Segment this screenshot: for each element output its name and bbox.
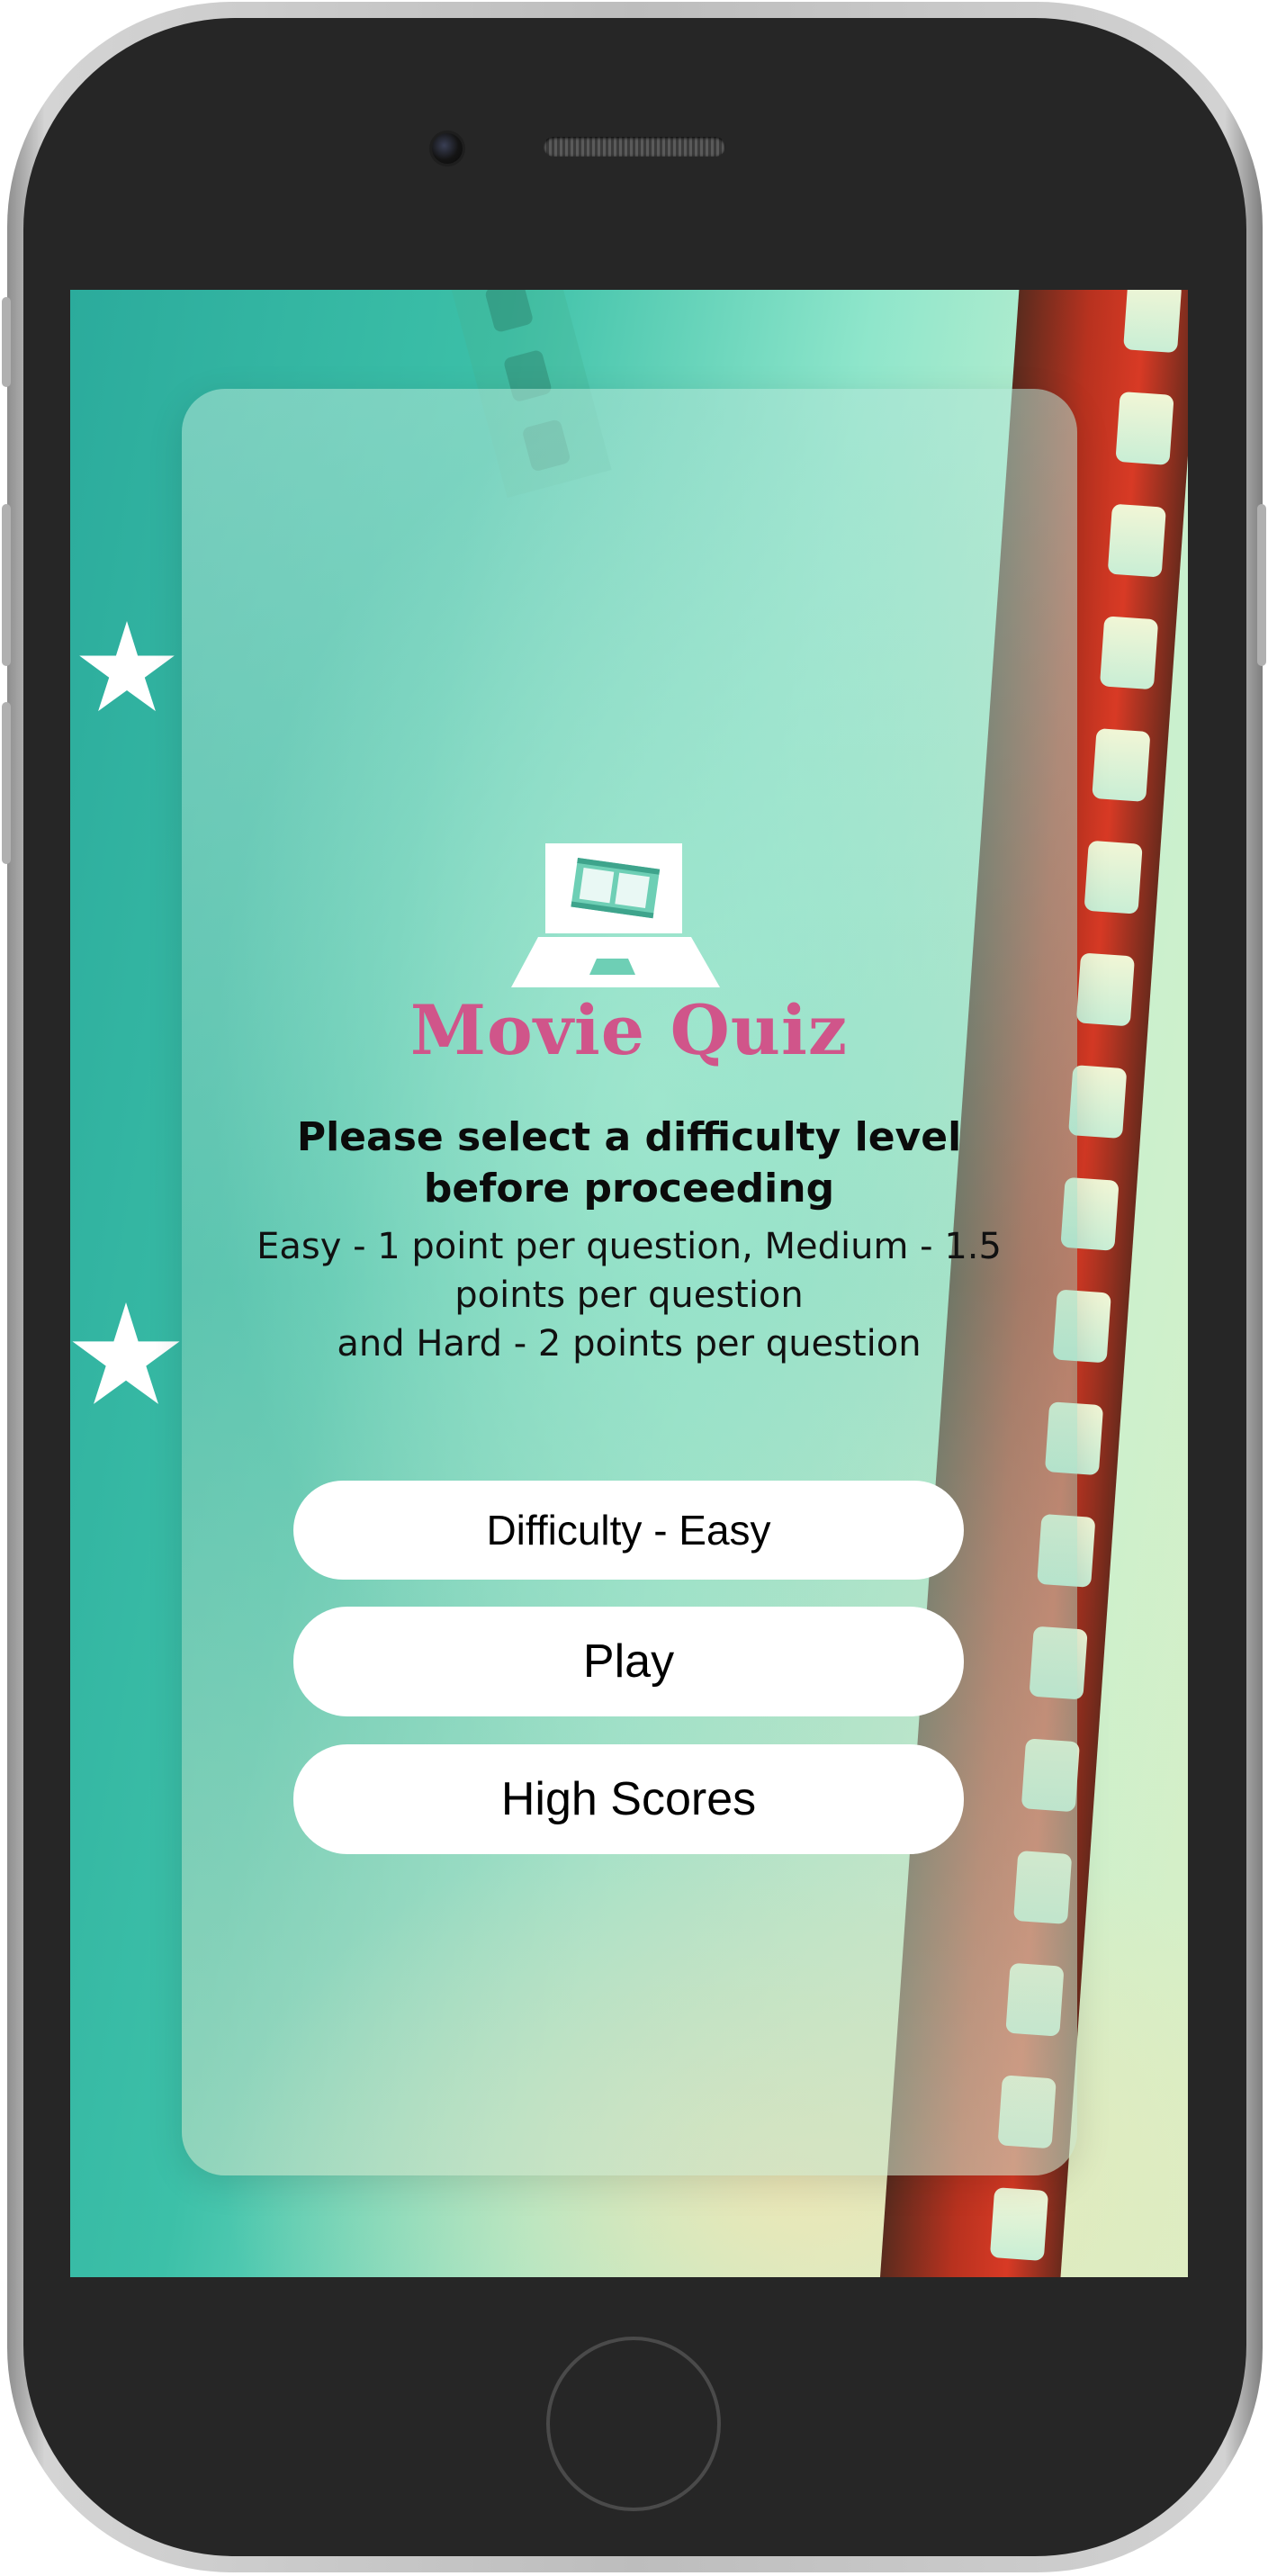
difficulty-prompt-heading: Please select a difficulty level before … bbox=[70, 1112, 1188, 1214]
points-description-line-1: Easy - 1 point per question, Medium - 1.… bbox=[256, 1226, 1002, 1267]
side-button-silent bbox=[2, 297, 11, 387]
star-icon bbox=[79, 621, 175, 712]
difficulty-button[interactable]: Difficulty - Easy bbox=[293, 1481, 964, 1580]
play-button-label: Play bbox=[582, 1635, 675, 1688]
side-button-volume-down bbox=[2, 702, 11, 864]
difficulty-button-label: Difficulty - Easy bbox=[486, 1507, 771, 1554]
high-scores-button-label: High Scores bbox=[500, 1773, 757, 1825]
app-title: Movie Quiz bbox=[409, 990, 849, 1070]
front-camera-icon bbox=[432, 133, 463, 164]
earpiece-speaker bbox=[544, 137, 725, 157]
side-button-power bbox=[1257, 504, 1266, 666]
high-scores-button[interactable]: High Scores bbox=[293, 1744, 964, 1854]
side-button-volume-up bbox=[2, 504, 11, 666]
app-screen: Movie Quiz Please select a difficulty le… bbox=[70, 290, 1188, 2277]
points-description-line-3: and Hard - 2 points per question bbox=[337, 1323, 922, 1365]
difficulty-prompt-text: Please select a difficulty level before … bbox=[296, 1114, 962, 1211]
laptop-film-logo-icon bbox=[511, 843, 727, 1001]
star-icon bbox=[72, 1302, 180, 1404]
points-description-line-2: points per question bbox=[454, 1274, 804, 1316]
home-button[interactable] bbox=[546, 2337, 721, 2511]
points-description: Easy - 1 point per question, Medium - 1.… bbox=[232, 1222, 1026, 1368]
play-button[interactable]: Play bbox=[293, 1607, 964, 1716]
